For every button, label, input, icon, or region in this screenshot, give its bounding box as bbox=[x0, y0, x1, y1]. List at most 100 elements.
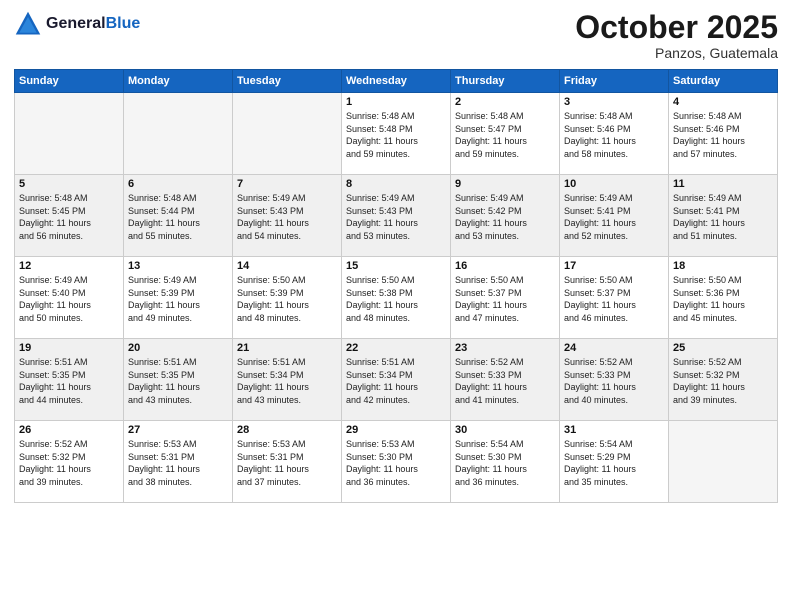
day-info: Sunrise: 5:48 AM Sunset: 5:48 PM Dayligh… bbox=[346, 110, 446, 160]
day-number: 30 bbox=[455, 424, 555, 436]
calendar-cell-3-4: 23 Sunrise: 5:52 AM Sunset: 5:33 PM Dayli… bbox=[451, 339, 560, 421]
day-info: Sunrise: 5:50 AM Sunset: 5:36 PM Dayligh… bbox=[673, 274, 773, 324]
week-row-1: 1 Sunrise: 5:48 AM Sunset: 5:48 PM Daylig… bbox=[15, 93, 778, 175]
calendar-cell-2-1: 13 Sunrise: 5:49 AM Sunset: 5:39 PM Dayli… bbox=[124, 257, 233, 339]
calendar-cell-2-0: 12 Sunrise: 5:49 AM Sunset: 5:40 PM Dayli… bbox=[15, 257, 124, 339]
week-row-5: 26Sunrise: 5:52 AM Sunset: 5:32 PM Dayli… bbox=[15, 421, 778, 503]
page: GeneralBlue October 2025 Panzos, Guatema… bbox=[0, 0, 792, 612]
day-info: Sunrise: 5:48 AM Sunset: 5:44 PM Dayligh… bbox=[128, 192, 228, 242]
day-info: Sunrise: 5:52 AM Sunset: 5:32 PM Dayligh… bbox=[673, 356, 773, 406]
day-number: 27 bbox=[128, 424, 228, 436]
day-number: 14 bbox=[237, 260, 337, 272]
calendar-cell-2-5: 17 Sunrise: 5:50 AM Sunset: 5:37 PM Dayli… bbox=[560, 257, 669, 339]
day-number: 1 bbox=[346, 96, 446, 108]
day-number: 24 bbox=[564, 342, 664, 354]
calendar-cell-1-5: 10 Sunrise: 5:49 AM Sunset: 5:41 PM Dayli… bbox=[560, 175, 669, 257]
day-number: 12 bbox=[19, 260, 119, 272]
day-number: 7 bbox=[237, 178, 337, 190]
day-info: Sunrise: 5:52 AM Sunset: 5:33 PM Dayligh… bbox=[564, 356, 664, 406]
header-wednesday: Wednesday bbox=[342, 70, 451, 93]
day-info: Sunrise: 5:50 AM Sunset: 5:38 PM Dayligh… bbox=[346, 274, 446, 324]
day-number: 13 bbox=[128, 260, 228, 272]
calendar-cell-1-4: 9 Sunrise: 5:49 AM Sunset: 5:42 PM Daylig… bbox=[451, 175, 560, 257]
day-number: 20 bbox=[128, 342, 228, 354]
day-info: Sunrise: 5:51 AM Sunset: 5:34 PM Dayligh… bbox=[237, 356, 337, 406]
calendar-cell-1-2: 7 Sunrise: 5:49 AM Sunset: 5:43 PM Daylig… bbox=[233, 175, 342, 257]
day-number: 28 bbox=[237, 424, 337, 436]
calendar-cell-0-0 bbox=[15, 93, 124, 175]
day-number: 19 bbox=[19, 342, 119, 354]
week-row-3: 12 Sunrise: 5:49 AM Sunset: 5:40 PM Dayli… bbox=[15, 257, 778, 339]
day-number: 6 bbox=[128, 178, 228, 190]
calendar-cell-4-6 bbox=[669, 421, 778, 503]
day-info: Sunrise: 5:49 AM Sunset: 5:41 PM Dayligh… bbox=[564, 192, 664, 242]
day-info: Sunrise: 5:49 AM Sunset: 5:41 PM Dayligh… bbox=[673, 192, 773, 242]
day-info: Sunrise: 5:49 AM Sunset: 5:43 PM Dayligh… bbox=[346, 192, 446, 242]
day-info: Sunrise: 5:50 AM Sunset: 5:37 PM Dayligh… bbox=[455, 274, 555, 324]
day-info: Sunrise: 5:51 AM Sunset: 5:34 PM Dayligh… bbox=[346, 356, 446, 406]
day-number: 8 bbox=[346, 178, 446, 190]
day-info: Sunrise: 5:53 AM Sunset: 5:31 PM Dayligh… bbox=[128, 438, 228, 488]
day-info: Sunrise: 5:50 AM Sunset: 5:37 PM Dayligh… bbox=[564, 274, 664, 324]
day-info: Sunrise: 5:48 AM Sunset: 5:47 PM Dayligh… bbox=[455, 110, 555, 160]
day-info: Sunrise: 5:49 AM Sunset: 5:40 PM Dayligh… bbox=[19, 274, 119, 324]
day-number: 2 bbox=[455, 96, 555, 108]
day-number: 25 bbox=[673, 342, 773, 354]
calendar-cell-3-5: 24 Sunrise: 5:52 AM Sunset: 5:33 PM Dayli… bbox=[560, 339, 669, 421]
day-number: 18 bbox=[673, 260, 773, 272]
calendar-cell-3-3: 22 Sunrise: 5:51 AM Sunset: 5:34 PM Dayli… bbox=[342, 339, 451, 421]
logo-icon bbox=[14, 10, 42, 38]
day-number: 21 bbox=[237, 342, 337, 354]
day-number: 5 bbox=[19, 178, 119, 190]
calendar-cell-4-1: 27 Sunrise: 5:53 AM Sunset: 5:31 PM Dayli… bbox=[124, 421, 233, 503]
day-number: 22 bbox=[346, 342, 446, 354]
location: Panzos, Guatemala bbox=[575, 45, 778, 61]
calendar-table: Sunday Monday Tuesday Wednesday Thursday… bbox=[14, 69, 778, 503]
header-monday: Monday bbox=[124, 70, 233, 93]
day-number: 9 bbox=[455, 178, 555, 190]
logo: GeneralBlue bbox=[14, 10, 140, 38]
day-info: Sunrise: 5:49 AM Sunset: 5:39 PM Dayligh… bbox=[128, 274, 228, 324]
day-info: Sunrise: 5:49 AM Sunset: 5:42 PM Dayligh… bbox=[455, 192, 555, 242]
day-number: 31 bbox=[564, 424, 664, 436]
day-info: Sunrise: 5:51 AM Sunset: 5:35 PM Dayligh… bbox=[19, 356, 119, 406]
calendar-cell-2-3: 15Sunrise: 5:50 AM Sunset: 5:38 PM Dayli… bbox=[342, 257, 451, 339]
day-info: Sunrise: 5:53 AM Sunset: 5:31 PM Dayligh… bbox=[237, 438, 337, 488]
calendar-cell-4-4: 30Sunrise: 5:54 AM Sunset: 5:30 PM Dayli… bbox=[451, 421, 560, 503]
month-title: October 2025 bbox=[575, 10, 778, 45]
day-info: Sunrise: 5:48 AM Sunset: 5:45 PM Dayligh… bbox=[19, 192, 119, 242]
calendar-cell-1-1: 6 Sunrise: 5:48 AM Sunset: 5:44 PM Daylig… bbox=[124, 175, 233, 257]
day-info: Sunrise: 5:48 AM Sunset: 5:46 PM Dayligh… bbox=[673, 110, 773, 160]
calendar-cell-3-2: 21 Sunrise: 5:51 AM Sunset: 5:34 PM Dayli… bbox=[233, 339, 342, 421]
calendar-cell-2-4: 16 Sunrise: 5:50 AM Sunset: 5:37 PM Dayli… bbox=[451, 257, 560, 339]
day-number: 16 bbox=[455, 260, 555, 272]
calendar-cell-1-6: 11Sunrise: 5:49 AM Sunset: 5:41 PM Dayli… bbox=[669, 175, 778, 257]
day-number: 17 bbox=[564, 260, 664, 272]
day-info: Sunrise: 5:48 AM Sunset: 5:46 PM Dayligh… bbox=[564, 110, 664, 160]
calendar-cell-0-1 bbox=[124, 93, 233, 175]
day-info: Sunrise: 5:52 AM Sunset: 5:32 PM Dayligh… bbox=[19, 438, 119, 488]
day-info: Sunrise: 5:53 AM Sunset: 5:30 PM Dayligh… bbox=[346, 438, 446, 488]
calendar-cell-4-0: 26Sunrise: 5:52 AM Sunset: 5:32 PM Dayli… bbox=[15, 421, 124, 503]
calendar-cell-0-2 bbox=[233, 93, 342, 175]
weekday-header-row: Sunday Monday Tuesday Wednesday Thursday… bbox=[15, 70, 778, 93]
day-info: Sunrise: 5:49 AM Sunset: 5:43 PM Dayligh… bbox=[237, 192, 337, 242]
day-info: Sunrise: 5:50 AM Sunset: 5:39 PM Dayligh… bbox=[237, 274, 337, 324]
day-number: 10 bbox=[564, 178, 664, 190]
day-number: 3 bbox=[564, 96, 664, 108]
day-info: Sunrise: 5:54 AM Sunset: 5:29 PM Dayligh… bbox=[564, 438, 664, 488]
day-info: Sunrise: 5:52 AM Sunset: 5:33 PM Dayligh… bbox=[455, 356, 555, 406]
calendar-cell-1-3: 8 Sunrise: 5:49 AM Sunset: 5:43 PM Daylig… bbox=[342, 175, 451, 257]
header-sunday: Sunday bbox=[15, 70, 124, 93]
calendar-cell-3-1: 20Sunrise: 5:51 AM Sunset: 5:35 PM Dayli… bbox=[124, 339, 233, 421]
day-number: 4 bbox=[673, 96, 773, 108]
calendar-cell-2-6: 18 Sunrise: 5:50 AM Sunset: 5:36 PM Dayli… bbox=[669, 257, 778, 339]
calendar-cell-4-2: 28 Sunrise: 5:53 AM Sunset: 5:31 PM Dayli… bbox=[233, 421, 342, 503]
calendar-cell-0-5: 3 Sunrise: 5:48 AM Sunset: 5:46 PM Daylig… bbox=[560, 93, 669, 175]
calendar-cell-0-3: 1 Sunrise: 5:48 AM Sunset: 5:48 PM Daylig… bbox=[342, 93, 451, 175]
calendar-cell-2-2: 14 Sunrise: 5:50 AM Sunset: 5:39 PM Dayli… bbox=[233, 257, 342, 339]
logo-text: GeneralBlue bbox=[46, 15, 140, 33]
header-thursday: Thursday bbox=[451, 70, 560, 93]
day-number: 23 bbox=[455, 342, 555, 354]
header-friday: Friday bbox=[560, 70, 669, 93]
